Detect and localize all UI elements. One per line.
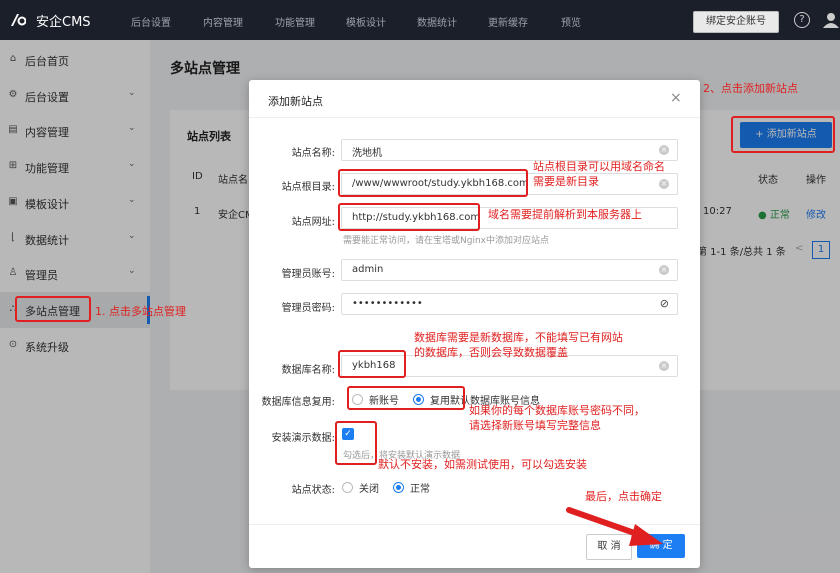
eye-off-icon[interactable]: ⊘ — [660, 297, 669, 310]
annotation-reuse-line1: 如果你的每个数据库账号密码不同， — [469, 404, 645, 417]
annotation-reuse-line2: 请选择新账号填写完整信息 — [469, 419, 601, 432]
logo-icon — [11, 14, 26, 26]
nav-function-management[interactable]: 功能管理 — [275, 14, 315, 29]
clear-icon[interactable]: × — [659, 145, 669, 155]
nav-statistics[interactable]: 数据统计 — [417, 14, 457, 29]
annotation-box-multisite — [15, 296, 91, 322]
root-dir-label: 站点根目录: — [281, 182, 335, 193]
clear-icon[interactable]: × — [659, 179, 669, 189]
radio-status-closed[interactable]: 关闭 — [342, 480, 379, 495]
clear-icon[interactable]: × — [659, 361, 669, 371]
annotation-step1: 1. 点击多站点管理 — [95, 305, 186, 318]
admin-user-value: admin — [352, 264, 384, 275]
user-icon[interactable] — [822, 12, 840, 28]
nav-content-management[interactable]: 内容管理 — [203, 14, 243, 29]
nav-template-design[interactable]: 模板设计 — [346, 14, 386, 29]
annotation-box-db-name — [338, 350, 406, 378]
radio-label: 关闭 — [359, 484, 379, 495]
nav-refresh-cache[interactable]: 更新缓存 — [488, 14, 528, 29]
admin-password-label: 管理员密码: — [281, 303, 335, 314]
site-name-input[interactable]: 洗地机 × — [341, 139, 678, 161]
bind-account-button[interactable]: 绑定安企账号 — [693, 11, 779, 33]
demo-data-label: 安装演示数据: — [271, 433, 335, 444]
help-icon[interactable]: ? — [794, 12, 810, 28]
dialog-divider — [249, 117, 700, 118]
db-name-label: 数据库名称: — [281, 365, 335, 376]
annotation-db-line2: 的数据库，否则会导致数据覆盖 — [414, 346, 568, 359]
annotation-url-note: 域名需要提前解析到本服务器上 — [488, 208, 642, 221]
site-name-value: 洗地机 — [352, 148, 382, 159]
annotation-root-dir-line1: 站点根目录可以用域名命名 — [533, 160, 665, 173]
annotation-box-demo-data — [335, 421, 377, 465]
top-bar: 安企CMS 后台设置 内容管理 功能管理 模板设计 数据统计 更新缓存 预览 绑… — [0, 0, 840, 40]
close-icon[interactable]: × — [670, 90, 682, 106]
logo-text: 安企CMS — [36, 14, 91, 30]
nav-backend-settings[interactable]: 后台设置 — [131, 14, 171, 29]
annotation-root-dir-line2: 需要是新目录 — [533, 175, 599, 188]
radio-selected-icon — [393, 482, 404, 493]
admin-user-label: 管理员账号: — [281, 269, 335, 280]
admin-password-value: •••••••••••• — [352, 298, 423, 309]
annotation-box-add-site — [731, 116, 835, 153]
radio-status-normal[interactable]: 正常 — [393, 480, 430, 495]
nav-preview[interactable]: 预览 — [561, 14, 581, 29]
logo[interactable]: 安企CMS — [10, 8, 91, 32]
site-status-label: 站点状态: — [291, 485, 335, 496]
site-status-radio-group: 关闭 正常 — [342, 480, 444, 495]
annotation-step2: 2、点击添加新站点 — [703, 82, 798, 95]
dialog-title: 添加新站点 — [268, 95, 323, 108]
annotation-box-db-reuse — [347, 386, 465, 410]
annotation-arrow-icon — [566, 507, 663, 546]
admin-user-input[interactable]: admin × — [341, 259, 678, 281]
annotation-demo-note: 默认不安装，如需测试使用，可以勾选安装 — [378, 458, 587, 471]
site-url-hint: 需要能正常访问，请在宝塔或Nginx中添加对应站点 — [343, 236, 549, 246]
annotation-box-root-dir — [338, 169, 528, 197]
annotation-box-site-url — [338, 203, 480, 231]
annotation-db-line1: 数据库需要是新数据库，不能填写已有网站 — [414, 331, 623, 344]
clear-icon[interactable]: × — [659, 265, 669, 275]
db-reuse-label: 数据库信息复用: — [261, 397, 335, 408]
radio-label: 正常 — [410, 484, 430, 495]
radio-icon — [342, 482, 353, 493]
admin-password-input[interactable]: •••••••••••• ⊘ — [341, 293, 678, 315]
site-name-label: 站点名称: — [291, 148, 335, 159]
site-url-label: 站点网址: — [291, 217, 335, 228]
